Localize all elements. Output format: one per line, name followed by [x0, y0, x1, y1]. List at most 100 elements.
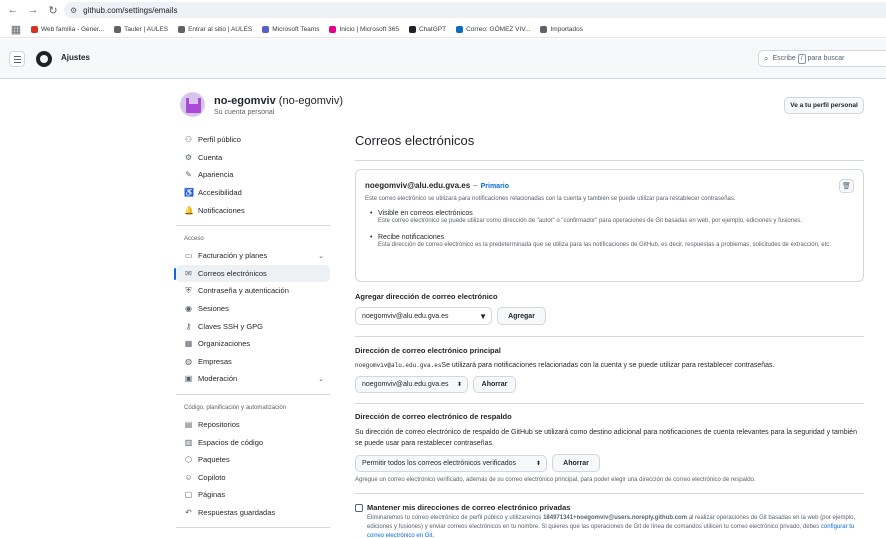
reload-icon[interactable]: ↻ [46, 3, 60, 17]
sidebar-divider [176, 527, 330, 529]
sidebar-item-person[interactable]: ⚇ Perfil público [176, 131, 330, 149]
sidebar-item-reply[interactable]: ↶ Respuestas guardadas [176, 504, 330, 522]
sidebar-item-repo[interactable]: ▤ Repositorios [176, 416, 330, 434]
bookmark-item[interactable]: Microsoft Teams [262, 25, 319, 33]
gear-icon: ⚙ [184, 152, 193, 162]
address-bar[interactable]: ⚙ github.com/settings/emails [64, 2, 886, 18]
main-content: Correos electrónicos noegomviv@alu.edu.g… [355, 133, 864, 538]
forward-icon[interactable]: → [26, 3, 40, 17]
delete-email-button[interactable]: 🗑 [839, 179, 854, 193]
sidebar-item-label: Moderación [198, 374, 238, 384]
search-icon: ⌕ [764, 53, 769, 63]
primary-email-description: noegomviv@alu.edu.gva.esSe utilizará par… [355, 362, 775, 369]
avatar[interactable] [180, 92, 205, 117]
bullet-notifications: Recibe notificaciones Esta dirección de … [365, 234, 854, 250]
sidebar-item-bell[interactable]: 🔔 Notificaciones [176, 201, 330, 219]
noreply-address: 184971341+noegomviv@users.noreply.github… [543, 515, 688, 521]
apps-icon[interactable]: ▦ [9, 22, 23, 36]
page-title: Correos electrónicos [355, 133, 475, 148]
save-backup-button[interactable]: Ahorrar [552, 454, 600, 472]
bookmark-icon [540, 25, 548, 33]
backup-email-select[interactable]: Permitir todos los correos electrónicos … [355, 454, 547, 472]
keep-private-label: Mantener mis direcciones de correo elect… [367, 503, 571, 512]
reply-icon: ↶ [185, 507, 192, 517]
sidebar-item-key[interactable]: ⚷ Claves SSH y GPG [176, 317, 330, 335]
backup-email-note: Agregue un correo electrónico verificado… [355, 477, 756, 483]
sidebar-item-package[interactable]: ⬡ Paquetes [176, 451, 330, 469]
go-to-profile-button[interactable]: Ve a tu perfil personal [784, 97, 864, 114]
add-email-section: Agregar dirección de correo electrónico … [355, 292, 864, 325]
sidebar-item-report[interactable]: ▣ Moderación ⌄ [176, 370, 330, 388]
sidebar-item-label: Cuenta [198, 152, 223, 162]
sidebar-item-label: Contraseña y autenticación [198, 286, 289, 296]
primary-email-line: noegomviv@alu.edu.gva.es – Primario [365, 181, 510, 190]
bookmark-item[interactable]: Entrar al sitio | AULES [178, 25, 252, 33]
sidebar-item-browser[interactable]: ▢ Páginas [176, 486, 330, 504]
credit-card-icon: ▭ [184, 251, 193, 261]
sidebar-item-accessibility[interactable]: ♿ Accesibilidad [176, 184, 330, 202]
sidebar-item-shield-lock[interactable]: ⛨ Contraseña y autenticación [176, 282, 330, 300]
primary-email-title: Dirección de correo electrónico principa… [355, 346, 501, 355]
chevron-down-icon[interactable]: ⌄ [318, 252, 324, 260]
browser-toolbar: ← → ↻ ⚙ github.com/settings/emails [0, 0, 886, 20]
primary-email-select[interactable]: noegomviv@alu.edu.gva.es ⬍ [355, 376, 468, 393]
keep-private-checkbox[interactable] [355, 503, 363, 512]
bookmark-icon [456, 25, 464, 33]
sidebar-heading: Acceso [184, 236, 204, 243]
bookmark-item[interactable]: ChatGPT [408, 25, 446, 33]
back-icon[interactable]: ← [6, 3, 20, 17]
bookmarks-bar: ▦ Web família - Gener... Tauler | AULES En… [0, 21, 886, 38]
sidebar-item-label: Respuestas guardadas [198, 507, 276, 517]
select-caret-icon: ⬍ [456, 382, 462, 388]
profile-subtitle: Su cuenta personal [214, 109, 275, 116]
sidebar-item-label: Correos electrónicos [198, 268, 267, 278]
chevron-down-icon[interactable]: ⌄ [318, 375, 324, 383]
bookmark-item[interactable]: Importados [540, 25, 583, 33]
sidebar-item-codespaces[interactable]: ▥ Espacios de código [176, 433, 330, 451]
sidebar-item-label: Notificaciones [198, 205, 245, 215]
site-info-icon[interactable]: ⚙ [70, 6, 77, 15]
bell-icon: 🔔 [184, 205, 194, 215]
divider [355, 493, 864, 494]
backup-email-section: Dirección de correo electrónico de respa… [355, 412, 864, 485]
sidebar-item-broadcast[interactable]: ◉ Sesiones [176, 300, 330, 318]
sidebar-item-gear[interactable]: ⚙ Cuenta [176, 149, 330, 167]
bookmark-item[interactable]: Web família - Gener... [31, 25, 104, 33]
sidebar-item-label: Espacios de código [198, 437, 264, 447]
bookmark-item[interactable]: Inicio | Microsoft 365 [329, 25, 399, 33]
github-logo-icon[interactable] [36, 51, 52, 67]
backup-email-description: Su dirección de correo electrónico de re… [355, 429, 857, 447]
github-header: Ajustes ⌕ Escribe / para buscar [0, 39, 886, 79]
sidebar-item-mail[interactable]: ✉ Correos electrónicos [174, 264, 330, 283]
shield-lock-icon: ⛨ [185, 285, 192, 295]
sidebar-item-label: Accesibilidad [198, 188, 242, 198]
sidebar-item-label: Sesiones [198, 304, 229, 314]
add-email-input[interactable]: noegomviv@alu.edu.gva.es ▼ [355, 307, 492, 325]
bookmark-icon [262, 25, 270, 33]
sidebar-item-credit-card[interactable]: ▭ Facturación y planes ⌄ [176, 247, 330, 265]
bookmark-icon [329, 25, 337, 33]
search-input[interactable]: ⌕ Escribe / para buscar [758, 50, 886, 67]
sidebar-item-copilot[interactable]: ☺ Copiloto [176, 469, 330, 487]
sidebar-divider [176, 224, 330, 226]
bookmark-item[interactable]: Correo: GÓMEZ VIV... [456, 25, 530, 33]
sidebar-item-globe[interactable]: ◍ Empresas [176, 353, 330, 371]
sidebar-item-paintbrush[interactable]: ✎ Apariencia [176, 166, 330, 184]
shortcut-key: / [797, 53, 806, 64]
sidebar-item-label: Claves SSH y GPG [198, 321, 264, 331]
autofill-icon: ▼ [479, 311, 487, 321]
menu-icon[interactable] [9, 51, 25, 67]
bookmark-icon [31, 25, 38, 33]
sidebar-divider [176, 393, 330, 395]
sidebar-heading: Código, planificación y automatización [184, 405, 287, 412]
broadcast-icon: ◉ [185, 304, 192, 314]
primary-badge: Primario [480, 183, 510, 190]
bookmark-item[interactable]: Tauler | AULES [114, 25, 168, 33]
bookmark-icon [178, 25, 186, 33]
copilot-icon: ☺ [184, 472, 193, 482]
person-icon: ⚇ [184, 135, 193, 145]
sidebar-item-organization[interactable]: ▦ Organizaciones [176, 335, 330, 353]
add-email-button[interactable]: Agregar [497, 307, 546, 325]
save-primary-button[interactable]: Ahorrar [473, 376, 516, 393]
url-text: github.com/settings/emails [83, 5, 178, 15]
